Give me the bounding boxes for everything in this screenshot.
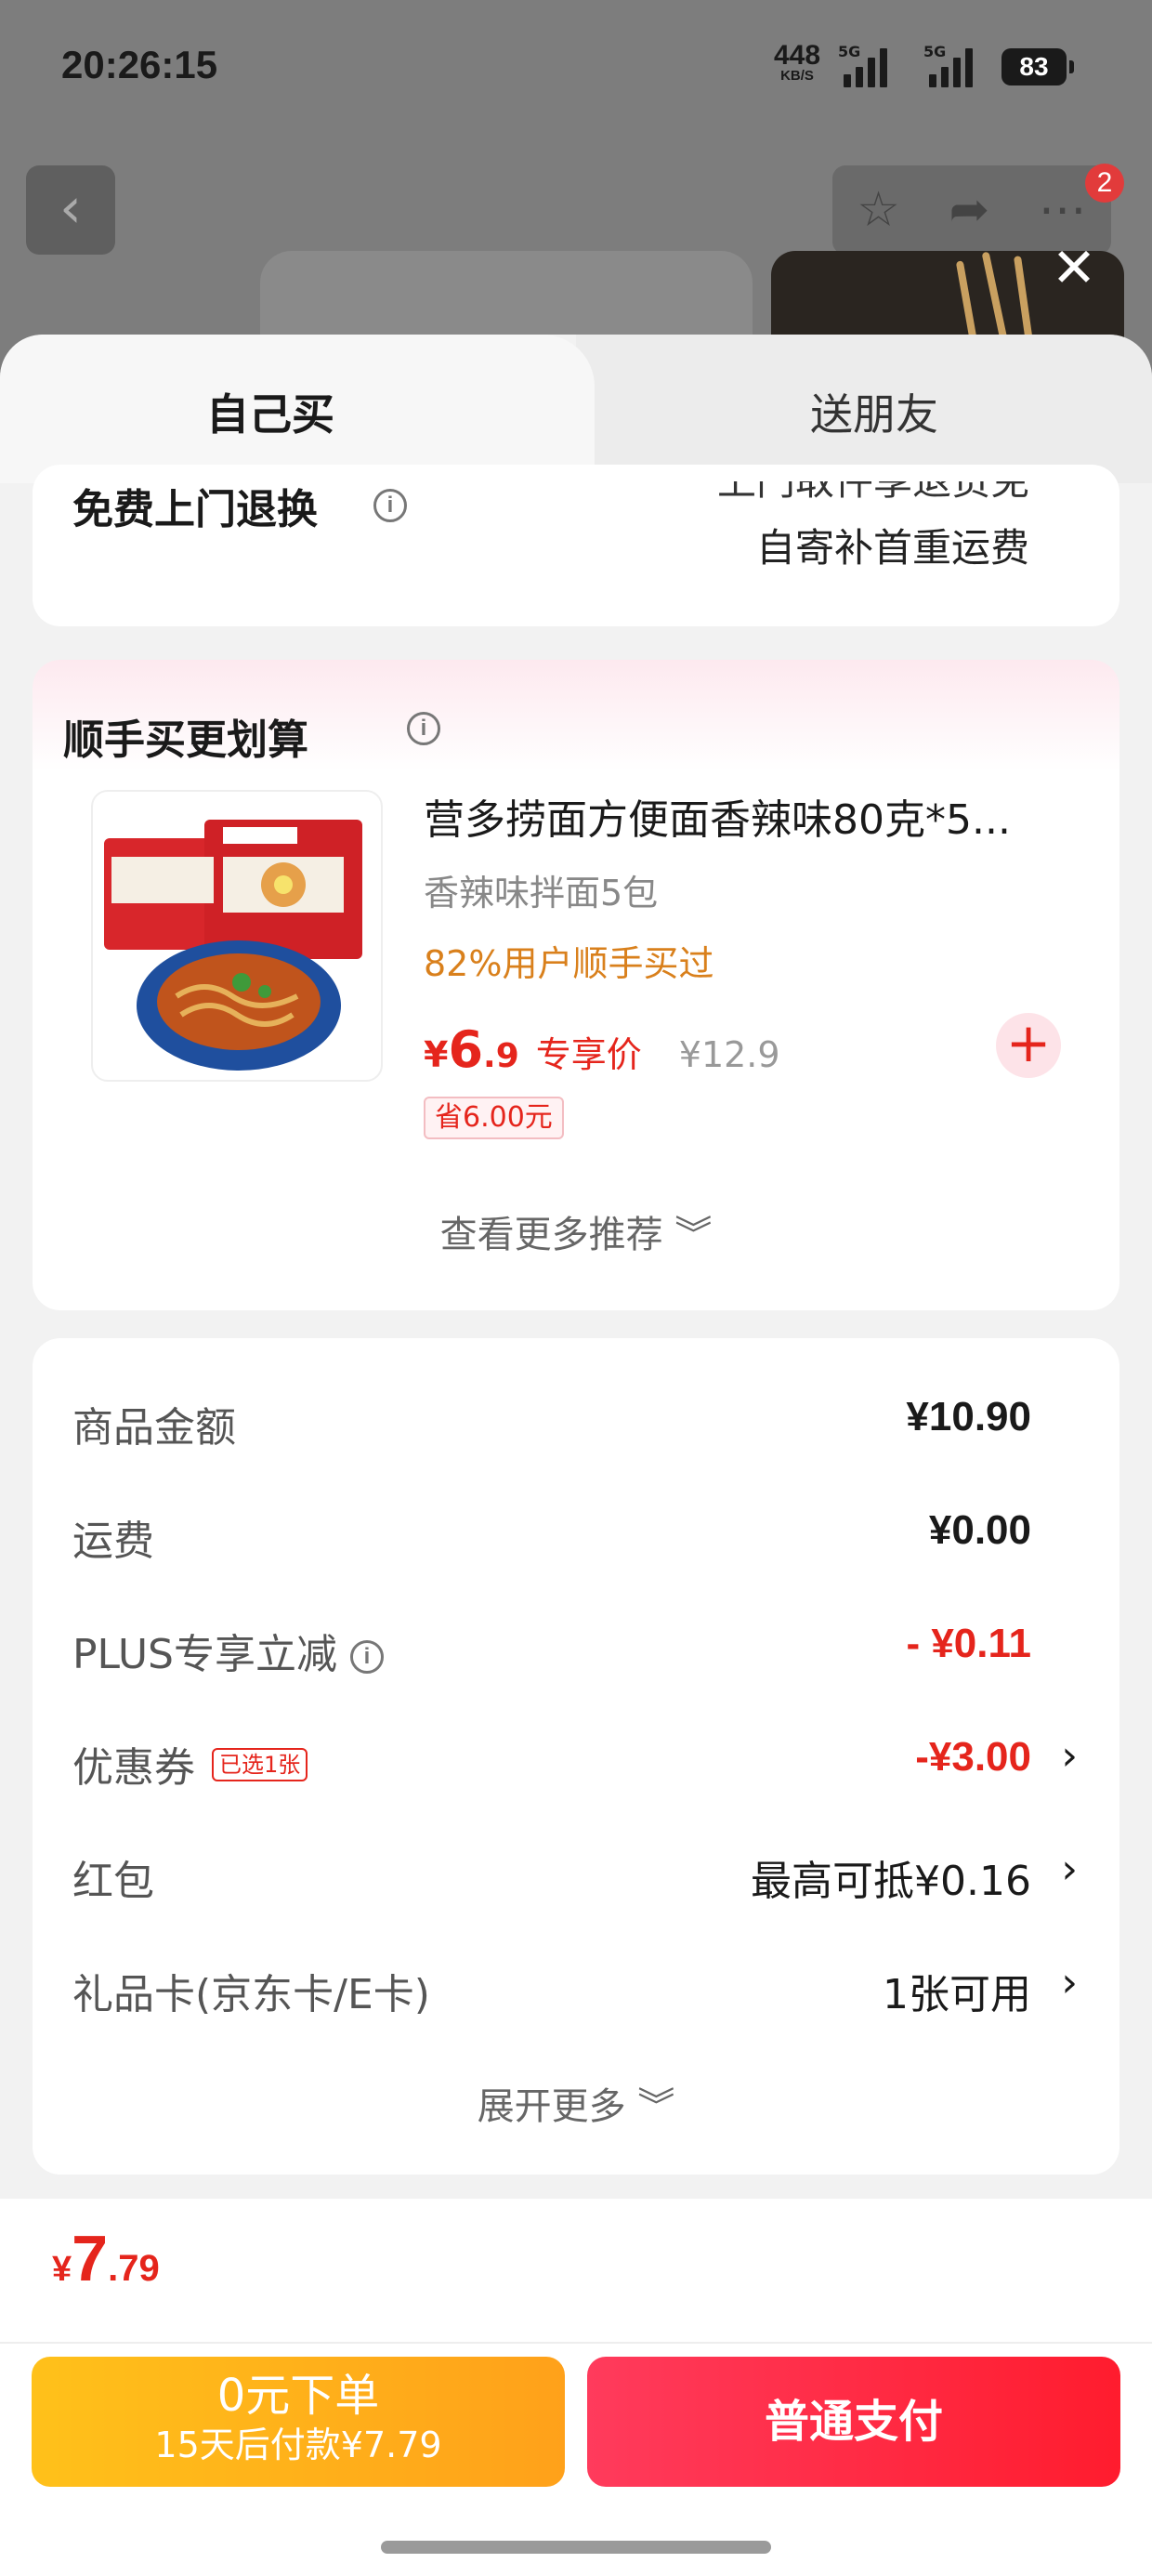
return-service-line2: 自寄补首重运费 <box>755 525 1029 571</box>
chevron-right-icon: › <box>1061 1846 1078 1893</box>
coupon-selected-tag: 已选1张 <box>212 1748 308 1781</box>
noodle-product-illustration <box>104 820 362 1071</box>
product-name[interactable]: 营多捞面方便面香辣味80克*5... <box>424 786 1074 846</box>
battery-icon: 83 <box>1001 48 1074 85</box>
price-decimal: .9 <box>483 1037 519 1075</box>
summary-row-red-packet[interactable]: 红包 最高可抵¥0.16 › <box>72 1846 1078 1905</box>
signal-icon: 5G <box>838 43 887 87</box>
total-price: ¥7.79 <box>52 2221 160 2295</box>
network-speed-value: 448 <box>773 40 821 71</box>
expand-more-link[interactable]: 展开更多 ︾ <box>0 2076 1152 2130</box>
favorite-icon[interactable]: ☆ <box>857 182 900 238</box>
home-indicator[interactable] <box>381 2541 771 2554</box>
normal-pay-button[interactable]: 普通支付 <box>587 2357 1120 2487</box>
tab-gift-label: 送朋友 <box>810 389 938 440</box>
summary-value: ¥0.00 <box>928 1507 1031 1553</box>
total-integer: 7 <box>72 2222 109 2294</box>
recommend-title: 顺手买更划算 <box>63 716 308 764</box>
plus-discount-label: PLUS专享立减 <box>72 1631 337 1678</box>
more-recommend-link[interactable]: 查看更多推荐 ︾ <box>0 1204 1152 1258</box>
product-popularity-tip: 82%用户顺手买过 <box>424 943 714 984</box>
price-currency: ¥ <box>424 1034 449 1075</box>
return-service-title: 免费上门退换 <box>72 486 318 533</box>
return-info-icon[interactable]: i <box>373 489 407 522</box>
summary-label: 运费 <box>72 1518 154 1565</box>
plus-info-icon[interactable]: i <box>350 1640 384 1674</box>
summary-label: PLUS专享立减 i <box>72 1621 384 1680</box>
summary-label: 红包 <box>72 1858 154 1905</box>
status-bar: 20:26:15 448 KB/S 5G 5G 83 <box>0 0 1152 139</box>
summary-value: 最高可抵¥0.16 <box>751 1858 1031 1905</box>
tab-self-label: 自己买 <box>206 389 334 440</box>
product-price-row: ¥6.9 专享价 ¥12.9 <box>424 1020 780 1079</box>
price-integer: 6 <box>448 1020 484 1079</box>
tab-buy-self[interactable]: 自己买 <box>0 335 595 483</box>
chevron-right-icon: › <box>1061 1732 1078 1780</box>
summary-label: 优惠券 已选1张 <box>72 1734 308 1794</box>
tab-gift-friend[interactable]: 送朋友 <box>576 335 1152 483</box>
network-speed: 448 KB/S <box>767 40 827 84</box>
signal-icon-2: 5G <box>923 43 973 87</box>
coupon-label: 优惠券 <box>72 1744 195 1792</box>
original-price: ¥12.9 <box>678 1034 780 1075</box>
summary-value: - ¥0.11 <box>906 1621 1031 1666</box>
add-product-button[interactable]: + <box>996 1013 1061 1078</box>
summary-value: -¥3.00 <box>915 1734 1031 1780</box>
summary-label: 商品金额 <box>72 1404 236 1452</box>
notification-badge: 2 <box>1085 164 1124 203</box>
recommend-info-icon[interactable]: i <box>407 712 440 745</box>
summary-value: ¥10.90 <box>906 1394 1031 1439</box>
zero-order-title: 0元下单 <box>216 2370 380 2422</box>
savings-tag: 省6.00元 <box>424 1097 564 1139</box>
product-image[interactable] <box>91 790 383 1082</box>
chevron-right-icon: › <box>1061 1959 1078 2006</box>
signal-tag: 5G <box>838 43 861 60</box>
status-time: 20:26:15 <box>61 43 218 86</box>
summary-label: 礼品卡(京东卡/E卡) <box>72 1971 430 2018</box>
back-icon[interactable]: ‹ <box>26 165 115 255</box>
network-speed-unit: KB/S <box>780 68 814 84</box>
price-label: 专享价 <box>535 1034 642 1075</box>
close-icon[interactable]: ✕ <box>1046 240 1102 296</box>
summary-row-plus-discount: PLUS专享立减 i - ¥0.11 <box>72 1621 1031 1678</box>
more-icon[interactable]: ⋯ <box>1039 182 1087 238</box>
signal-tag-2: 5G <box>923 43 947 60</box>
total-decimal: .79 <box>108 2248 160 2289</box>
summary-row-coupon[interactable]: 优惠券 已选1张 -¥3.00 › <box>72 1732 1078 1792</box>
summary-row-shipping: 运费 ¥0.00 <box>72 1507 1031 1565</box>
zero-order-subtitle: 15天后付款¥7.79 <box>154 2425 442 2465</box>
summary-value: 1张可用 <box>883 1971 1031 2018</box>
product-spec: 香辣味拌面5包 <box>424 873 659 913</box>
total-currency: ¥ <box>52 2250 72 2289</box>
zero-order-button[interactable]: 0元下单 15天后付款¥7.79 <box>32 2357 565 2487</box>
bottom-divider <box>0 2342 1152 2344</box>
share-icon[interactable]: ➦ <box>949 182 990 238</box>
summary-row-gift-card[interactable]: 礼品卡(京东卡/E卡) 1张可用 › <box>72 1959 1078 2018</box>
summary-row-goods: 商品金额 ¥10.90 <box>72 1394 1031 1452</box>
